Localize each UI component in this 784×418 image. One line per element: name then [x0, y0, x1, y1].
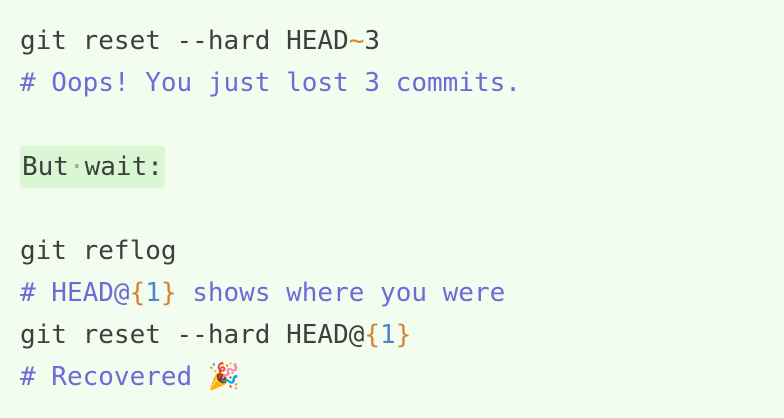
- reflog-index: 1: [145, 278, 161, 308]
- comment-rest: shows where you were: [176, 278, 506, 308]
- word-but: But: [22, 152, 69, 182]
- code-line-7: # HEAD@{1} shows where you were: [20, 272, 764, 314]
- open-brace: {: [129, 278, 146, 308]
- code-line-8: git reset --hard HEAD@{1}: [20, 314, 764, 356]
- code-editor[interactable]: git reset --hard HEAD~3 # Oops! You just…: [0, 0, 784, 418]
- tilde-operator: ~: [348, 26, 365, 56]
- open-brace: {: [364, 320, 381, 350]
- code-line-4: But·wait:: [20, 146, 764, 188]
- comment-text: # Recovered: [20, 362, 208, 392]
- close-brace: }: [160, 278, 177, 308]
- reflog-index: 1: [380, 320, 396, 350]
- commit-count: 3: [364, 26, 381, 56]
- git-command: git reset --hard HEAD: [20, 26, 349, 56]
- code-line-9: # Recovered 🎉: [20, 356, 764, 398]
- whitespace-dot: ·: [68, 152, 85, 182]
- code-line-6: git reflog: [20, 230, 764, 272]
- code-line-1: git reset --hard HEAD~3: [20, 20, 764, 62]
- party-popper-icon: 🎉: [207, 362, 241, 392]
- git-command: git reflog: [20, 236, 177, 266]
- code-line-2: # Oops! You just lost 3 commits.: [20, 62, 764, 104]
- close-brace: }: [395, 320, 412, 350]
- comment-text: # Oops! You just lost 3 commits.: [20, 68, 521, 98]
- comment-prefix: # HEAD@: [20, 278, 130, 308]
- word-wait: wait:: [84, 152, 163, 182]
- selected-text[interactable]: But·wait:: [20, 146, 165, 188]
- git-command: git reset --hard HEAD@: [20, 320, 365, 350]
